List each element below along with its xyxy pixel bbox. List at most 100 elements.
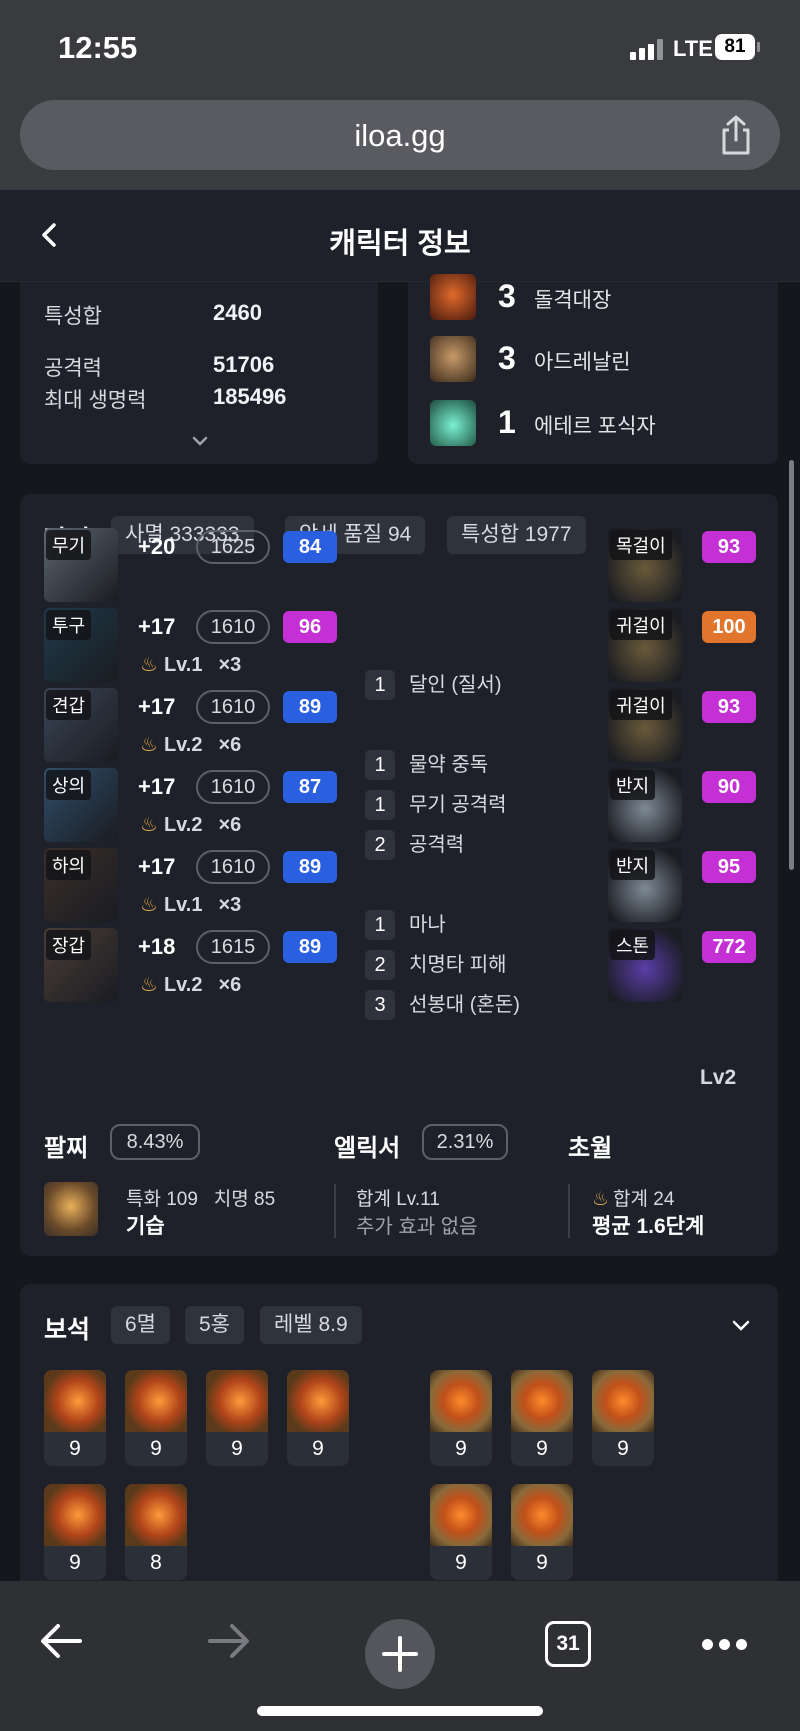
gem-slot[interactable]: 9 [125, 1370, 187, 1466]
forward-arrow-icon[interactable] [206, 1621, 252, 1661]
armor-slot-label: 상의 [46, 770, 92, 800]
more-icon[interactable] [702, 1639, 748, 1651]
back-arrow-icon[interactable] [38, 1621, 84, 1661]
armor-quality: 87 [283, 771, 337, 803]
accessory-item-icon[interactable]: 귀걸이 [608, 608, 682, 682]
new-tab-button[interactable] [365, 1619, 435, 1689]
bracelet-effect: 기습 [126, 1215, 165, 1238]
gem-level: 9 [69, 1437, 81, 1460]
armor-item-level: 1615 [196, 930, 270, 964]
tabs-button[interactable]: 31 [545, 1621, 591, 1667]
armor-item-icon[interactable]: 견갑 [44, 688, 118, 762]
armor-transcend-level: ♨ Lv.2 ×6 [140, 974, 242, 996]
armor-item-level: 1610 [196, 770, 270, 804]
gem-icon [430, 1484, 492, 1546]
armor-refine: +17 [138, 774, 176, 799]
scrollbar[interactable] [789, 460, 794, 870]
armor-item-icon[interactable]: 상의 [44, 768, 118, 842]
flame-icon: ♨ [140, 974, 158, 996]
engraving-name: 에테르 포식자 [534, 415, 656, 438]
elixir-extra: 추가 효과 없음 [356, 1216, 478, 1238]
elixir-percent: 2.31% [422, 1124, 508, 1160]
gem-level: 9 [69, 1551, 81, 1574]
expand-chevron-icon[interactable] [730, 1318, 752, 1334]
stat-label: 특성합 [44, 305, 102, 328]
armor-refine: +17 [138, 694, 176, 719]
gem-level: 9 [536, 1551, 548, 1574]
gem-slot[interactable]: 9 [287, 1370, 349, 1466]
gem-level: 9 [536, 1437, 548, 1460]
armor-item-icon[interactable]: 하의 [44, 848, 118, 922]
gems-tag: 5홍 [185, 1306, 244, 1344]
gem-slot[interactable]: 9 [430, 1484, 492, 1580]
gem-level: 9 [231, 1437, 243, 1460]
accessory-slot-label: 귀걸이 [610, 610, 672, 640]
engravings-card: 3 돌격대장 3 아드레날린 1 에테르 포식자 [408, 274, 778, 464]
gem-icon [430, 1370, 492, 1432]
divider [568, 1184, 570, 1238]
accessory-slot-label: 반지 [610, 770, 656, 800]
flame-icon: ♨ [140, 894, 158, 916]
gem-level: 9 [617, 1437, 629, 1460]
gem-icon [44, 1370, 106, 1432]
armor-item-icon[interactable]: 무기 [44, 528, 118, 602]
gem-icon [592, 1370, 654, 1432]
flame-icon: ♨ [140, 814, 158, 836]
armor-slot-label: 견갑 [46, 690, 92, 720]
flame-icon: ♨ [140, 734, 158, 756]
divider [334, 1184, 336, 1238]
armor-item-icon[interactable]: 장갑 [44, 928, 118, 1002]
armor-transcend-level: ♨ Lv.2 ×6 [140, 814, 242, 836]
armor-item-icon[interactable]: 투구 [44, 608, 118, 682]
share-icon[interactable] [718, 114, 754, 156]
equipment-card: 장비 사멸 333333 악세 품질 94 특성합 1977 무기+201625… [20, 494, 778, 1256]
gem-level: 9 [455, 1437, 467, 1460]
flame-icon: ♨ [140, 654, 158, 676]
gems-tag: 6멸 [111, 1306, 170, 1344]
gems-card: 보석 6멸 5홍 레벨 8.9 9 9 9 9 9 9 9 9 8 9 9 [20, 1284, 778, 1604]
accessory-item-icon[interactable]: 반지 [608, 848, 682, 922]
gem-icon [511, 1370, 573, 1432]
page-header: 캐릭터 정보 [0, 190, 800, 282]
home-indicator [257, 1706, 543, 1716]
accessory-item-icon[interactable]: 목걸이 [608, 528, 682, 602]
accessory-item-icon[interactable]: 반지 [608, 768, 682, 842]
armor-item-level: 1610 [196, 850, 270, 884]
address-bar[interactable]: iloa.gg [20, 100, 780, 170]
armor-item-level: 1610 [196, 610, 270, 644]
armor-slot-label: 하의 [46, 850, 92, 880]
engraving-icon [430, 336, 476, 382]
engrave-effect: 1 무기 공격력 [365, 788, 507, 820]
accessory-quality: 100 [702, 611, 756, 643]
gem-slot[interactable]: 9 [592, 1370, 654, 1466]
gems-title: 보석 [44, 1316, 91, 1344]
expand-chevron-icon[interactable] [190, 434, 210, 448]
gem-level: 9 [150, 1437, 162, 1460]
accessory-slot-label: 목걸이 [610, 530, 672, 560]
plus-icon [382, 1636, 418, 1672]
accessory-slot-label: 반지 [610, 850, 656, 880]
accessory-slot-label: 귀걸이 [610, 690, 672, 720]
engraving-name: 아드레날린 [534, 351, 631, 374]
transcend-title: 초월 [568, 1135, 613, 1162]
status-bar: 12:55 LTE 81 [0, 0, 800, 100]
gem-slot[interactable]: 9 [511, 1484, 573, 1580]
gem-icon [125, 1484, 187, 1546]
gem-level: 8 [150, 1551, 162, 1574]
gem-level: 9 [312, 1437, 324, 1460]
engrave-effect: 2 공격력 [365, 828, 464, 860]
gem-slot[interactable]: 9 [430, 1370, 492, 1466]
accessory-item-icon[interactable]: 귀걸이 [608, 688, 682, 762]
gem-slot[interactable]: 9 [44, 1484, 106, 1580]
accessory-item-icon[interactable]: 스톤 [608, 928, 682, 1002]
engrave-effect: 3 선봉대 (혼돈) [365, 988, 520, 1020]
stat-label: 최대 생명력 [44, 389, 147, 412]
gem-slot[interactable]: 9 [206, 1370, 268, 1466]
gem-slot[interactable]: 9 [44, 1370, 106, 1466]
armor-transcend-level: ♨ Lv.1 ×3 [140, 654, 242, 676]
status-time: 12:55 [58, 30, 138, 65]
armor-slot-label: 투구 [46, 610, 92, 640]
gem-slot[interactable]: 9 [511, 1370, 573, 1466]
gem-slot[interactable]: 8 [125, 1484, 187, 1580]
url-text[interactable]: iloa.gg [20, 118, 780, 154]
